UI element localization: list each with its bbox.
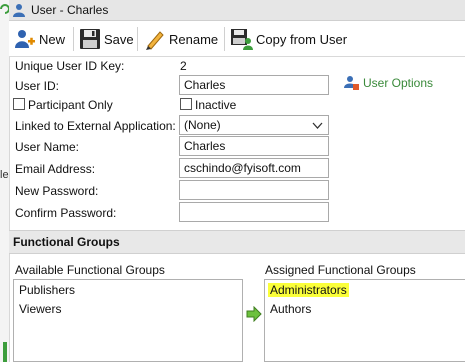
save-button[interactable]: Save xyxy=(79,26,134,52)
list-item[interactable]: Publishers xyxy=(17,283,77,297)
copy-from-user-button-label: Copy from User xyxy=(256,31,348,47)
copy-from-user-button[interactable]: Copy from User xyxy=(230,26,347,52)
window-title: User - Charles xyxy=(31,3,109,17)
save-button-label: Save xyxy=(104,31,134,47)
new-password-field[interactable] xyxy=(179,180,329,200)
user-options-icon xyxy=(344,76,359,90)
functional-groups-header: Functional Groups xyxy=(9,230,465,254)
user-options-link[interactable]: User Options xyxy=(344,75,433,90)
rename-button[interactable]: Rename xyxy=(144,26,218,52)
unique-key-value: 2 xyxy=(180,59,187,73)
chevron-down-icon xyxy=(312,122,323,129)
copy-user-icon xyxy=(231,29,253,50)
window-titlebar: User - Charles xyxy=(9,0,465,21)
linked-app-value: (None) xyxy=(184,118,221,132)
available-groups-list[interactable]: Publishers Viewers xyxy=(13,279,243,362)
user-options-label: User Options xyxy=(363,75,434,90)
user-icon xyxy=(13,4,25,17)
list-item[interactable]: Viewers xyxy=(17,302,63,316)
email-label: Email Address: xyxy=(15,162,96,176)
new-user-icon xyxy=(15,30,35,48)
toolbar-separator xyxy=(73,27,74,51)
participant-only-label: Participant Only xyxy=(28,98,113,112)
participant-only-checkbox[interactable] xyxy=(13,98,25,110)
refresh-icon xyxy=(0,4,9,14)
assigned-groups-label: Assigned Functional Groups xyxy=(265,263,416,277)
parent-window-text-fragment: le xyxy=(0,169,9,181)
confirm-password-field[interactable] xyxy=(179,202,329,222)
user-id-label: User ID: xyxy=(15,79,60,93)
floppy-disk-icon xyxy=(80,29,100,49)
confirm-password-label: Confirm Password: xyxy=(15,206,117,220)
inactive-checkbox[interactable] xyxy=(180,98,192,110)
user-name-label: User Name: xyxy=(15,140,80,154)
toolbar: New Save Rename Copy from User xyxy=(9,21,465,57)
toolbar-separator xyxy=(137,27,138,51)
user-id-field[interactable] xyxy=(179,75,329,95)
parent-window-indicator xyxy=(3,342,7,362)
email-field[interactable] xyxy=(179,158,329,178)
new-button[interactable]: New xyxy=(14,26,65,52)
user-name-field[interactable] xyxy=(179,136,329,156)
list-item[interactable]: Authors xyxy=(268,302,313,316)
functional-groups-title: Functional Groups xyxy=(13,235,120,249)
new-button-label: New xyxy=(39,31,66,47)
rename-button-label: Rename xyxy=(169,31,219,47)
assigned-groups-list[interactable]: Administrators Authors xyxy=(264,279,465,362)
linked-app-select[interactable]: (None) xyxy=(179,115,329,135)
toolbar-separator xyxy=(224,27,225,51)
unique-key-label: Unique User ID Key: xyxy=(15,59,125,73)
linked-app-label: Linked to External Application: xyxy=(15,119,176,133)
new-password-label: New Password: xyxy=(15,184,99,198)
move-right-arrow-icon[interactable] xyxy=(246,306,262,322)
list-item-highlighted[interactable]: Administrators xyxy=(268,283,349,297)
available-groups-label: Available Functional Groups xyxy=(15,263,165,277)
pencil-icon xyxy=(146,31,164,50)
inactive-label: Inactive xyxy=(195,98,237,112)
